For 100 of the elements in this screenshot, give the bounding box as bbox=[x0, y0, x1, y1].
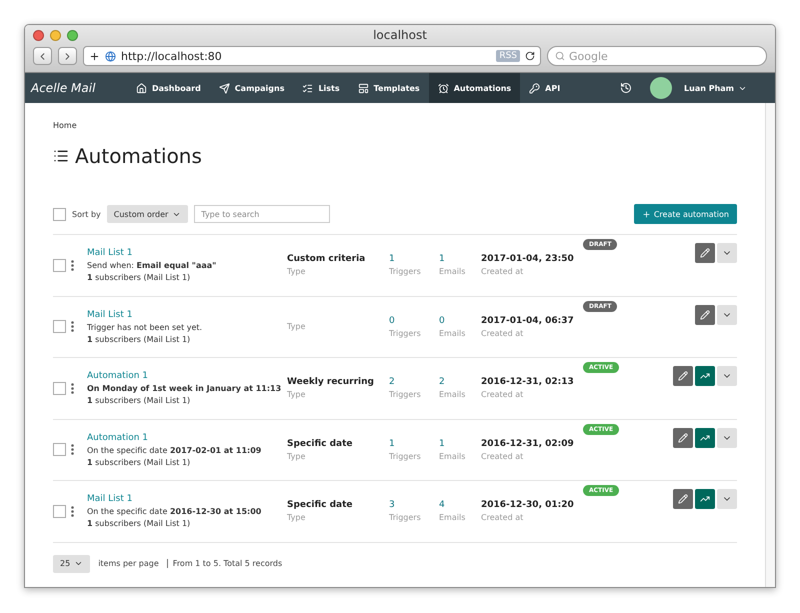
nav-item[interactable]: Templates bbox=[348, 73, 429, 103]
user-menu[interactable]: Luan Pham bbox=[678, 82, 753, 94]
created-label: Created at bbox=[481, 390, 524, 400]
globe-icon bbox=[105, 50, 116, 62]
avatar bbox=[650, 77, 672, 99]
automation-link[interactable]: Automation 1 bbox=[87, 371, 287, 382]
subscribers-text: 1 subscribers (Mail List 1) bbox=[87, 519, 192, 528]
automation-link[interactable]: Mail List 1 bbox=[87, 248, 287, 258]
subscribers-text: 1 subscribers (Mail List 1) bbox=[87, 273, 192, 282]
home-icon bbox=[136, 82, 147, 94]
triggers-count: 1 bbox=[389, 438, 396, 449]
window-title: localhost bbox=[372, 28, 428, 42]
created-date: 2017-01-04, 23:50 bbox=[481, 254, 575, 264]
trigger-description: On Monday of 1st week in January at 11:13 bbox=[87, 384, 282, 394]
per-page-select[interactable]: 25 bbox=[53, 554, 90, 572]
logo: Acelle Mail bbox=[31, 81, 96, 95]
edit-button[interactable] bbox=[673, 489, 693, 509]
created-label: Created at bbox=[481, 452, 524, 461]
emails-count: 1 bbox=[439, 254, 446, 264]
trend-chart-icon bbox=[700, 432, 710, 442]
list-icon bbox=[53, 148, 69, 164]
stats-button[interactable] bbox=[695, 366, 715, 386]
nav-item[interactable]: Lists bbox=[293, 73, 349, 103]
edit-button[interactable] bbox=[695, 304, 715, 324]
edit-button[interactable] bbox=[695, 243, 715, 263]
pencil-icon bbox=[700, 310, 710, 320]
vertical-dots-icon[interactable] bbox=[71, 321, 74, 332]
forward-button[interactable] bbox=[58, 47, 77, 65]
create-automation-button[interactable]: Create automation bbox=[634, 204, 737, 224]
emails-count: 2 bbox=[439, 377, 446, 388]
checkbox[interactable] bbox=[53, 258, 66, 272]
nav-item[interactable]: Campaigns bbox=[210, 73, 294, 103]
type-label: Type bbox=[287, 452, 306, 461]
close-icon[interactable] bbox=[33, 30, 44, 40]
checkbox[interactable] bbox=[53, 382, 66, 395]
type-value: Specific date bbox=[287, 438, 354, 449]
pagination-summary: From 1 to 5. Total 5 records bbox=[166, 559, 282, 568]
automation-link[interactable]: Mail List 1 bbox=[87, 494, 287, 504]
created-label: Created at bbox=[481, 513, 524, 522]
subscribers-text: 1 subscribers (Mail List 1) bbox=[87, 396, 192, 406]
type-value: Weekly recurring bbox=[287, 377, 375, 388]
triggers-count: 2 bbox=[389, 377, 396, 388]
page-title: Automations bbox=[75, 144, 202, 168]
back-button[interactable] bbox=[33, 47, 52, 65]
pencil-icon bbox=[678, 371, 688, 381]
scrollbar[interactable] bbox=[765, 103, 775, 587]
sort-label: Sort by bbox=[72, 210, 101, 218]
checkbox[interactable] bbox=[53, 504, 66, 518]
triggers-label: Triggers bbox=[389, 390, 422, 400]
alarm-clock-icon bbox=[438, 82, 449, 94]
trigger-description: On the specific date 2016-12-30 at 15:00 bbox=[87, 507, 262, 516]
emails-count: 0 bbox=[439, 316, 446, 326]
automation-link[interactable]: Mail List 1 bbox=[87, 310, 287, 320]
type-label: Type bbox=[287, 322, 306, 332]
vertical-dots-icon[interactable] bbox=[71, 506, 74, 517]
chevron-down-icon bbox=[74, 559, 84, 568]
trend-chart-icon bbox=[700, 494, 710, 504]
breadcrumb-link[interactable]: Home bbox=[53, 121, 737, 130]
type-value: Specific date bbox=[287, 500, 354, 510]
zoom-icon[interactable] bbox=[67, 30, 78, 40]
checkbox[interactable] bbox=[53, 320, 66, 334]
url-text: http://localhost:80 bbox=[121, 50, 223, 62]
created-label: Created at bbox=[481, 267, 524, 276]
emails-label: Emails bbox=[439, 328, 466, 338]
created-date: 2016-12-31, 02:13 bbox=[481, 377, 575, 388]
vertical-dots-icon[interactable] bbox=[71, 382, 74, 394]
triggers-count: 0 bbox=[389, 316, 396, 326]
history-icon[interactable] bbox=[620, 82, 632, 94]
sort-select[interactable]: Custom order bbox=[106, 205, 188, 223]
nav-item[interactable]: Dashboard bbox=[127, 73, 210, 103]
automation-link[interactable]: Automation 1 bbox=[87, 432, 287, 443]
search-field[interactable]: Type to search bbox=[194, 205, 330, 223]
type-label: Type bbox=[287, 267, 306, 276]
emails-label: Emails bbox=[439, 267, 466, 276]
vertical-dots-icon[interactable] bbox=[71, 444, 74, 456]
stats-button[interactable] bbox=[695, 489, 715, 509]
key-icon bbox=[529, 82, 540, 94]
layout-icon bbox=[358, 82, 369, 94]
minimize-icon[interactable] bbox=[50, 30, 61, 40]
nav-item[interactable]: Automations bbox=[428, 73, 520, 103]
type-label: Type bbox=[287, 390, 306, 400]
paper-plane-icon bbox=[218, 82, 230, 94]
plus-icon bbox=[642, 210, 651, 218]
vertical-dots-icon[interactable] bbox=[71, 260, 74, 271]
address-bar[interactable]: http://localhost:80 RSS bbox=[83, 46, 541, 66]
emails-count: 4 bbox=[439, 500, 446, 510]
triggers-label: Triggers bbox=[389, 513, 422, 522]
pencil-icon bbox=[678, 494, 688, 504]
nav-item[interactable]: API bbox=[520, 73, 570, 103]
checkbox[interactable] bbox=[53, 208, 66, 220]
checkbox[interactable] bbox=[53, 443, 66, 456]
type-value: Custom criteria bbox=[287, 254, 366, 264]
edit-button[interactable] bbox=[673, 366, 693, 386]
reload-icon[interactable] bbox=[525, 51, 535, 61]
trigger-description: Trigger has not been set yet. bbox=[87, 322, 204, 332]
emails-label: Emails bbox=[439, 390, 466, 400]
edit-button[interactable] bbox=[673, 428, 693, 448]
stats-button[interactable] bbox=[695, 428, 715, 448]
pencil-icon bbox=[700, 248, 710, 258]
list-icon bbox=[302, 82, 314, 94]
